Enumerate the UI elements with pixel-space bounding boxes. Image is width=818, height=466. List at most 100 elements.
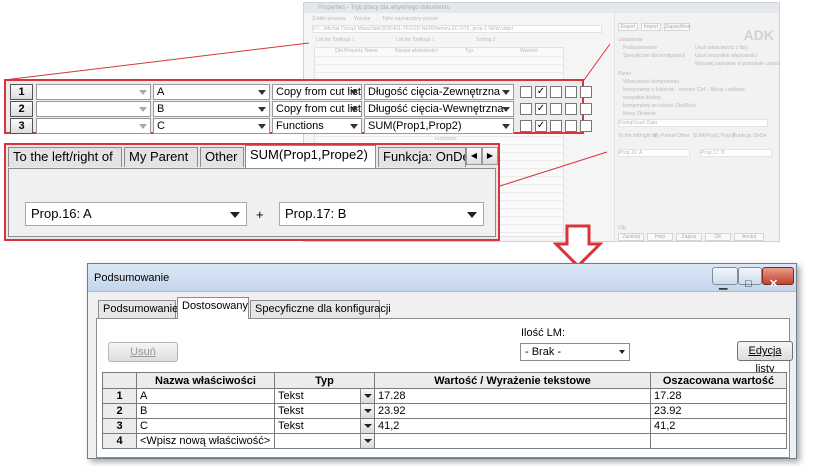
old-property-combo[interactable] — [36, 84, 151, 100]
chevron-down-icon[interactable] — [360, 434, 374, 448]
row-checkbox-1[interactable] — [520, 86, 532, 98]
tab-scroll-left-button[interactable]: ◀ — [466, 147, 482, 165]
row-checkbox-5[interactable] — [580, 120, 592, 132]
chevron-down-icon — [502, 107, 510, 112]
zoom-row-2: 2 B Copy from cut lists Długość cięcia-W… — [10, 101, 592, 117]
dialog-title: Podsumowanie — [94, 272, 170, 284]
old-property-combo[interactable] — [36, 101, 151, 117]
zoom-row-1: 1 A Copy from cut lists Długość cięcia-Z… — [10, 84, 592, 100]
row-checkbox-4[interactable] — [565, 86, 577, 98]
table-header-row: Nazwa właściwości Typ Wartość / Wyrażeni… — [102, 372, 787, 389]
left-operand-text: Prop.16: A — [31, 206, 92, 221]
property-value-cell[interactable]: 41,2 — [374, 418, 651, 434]
zoom-function-panel: To the left/right of My Parent Other SUM… — [4, 143, 500, 241]
value-combo[interactable]: Długość cięcia-Zewnętrzna — [364, 84, 514, 100]
chevron-down-icon — [467, 212, 477, 218]
property-value-cell[interactable]: 17.28 — [374, 388, 651, 404]
row-checkbox-1[interactable] — [520, 120, 532, 132]
tab-sum-function[interactable]: SUM(Prop1,Prope2) — [245, 145, 376, 168]
value-combo[interactable]: Długość cięcia-Wewnętrzna — [364, 101, 514, 117]
property-type-cell[interactable] — [274, 433, 375, 449]
value-text: Długość cięcia-Zewnętrzna — [368, 86, 501, 98]
property-type-cell[interactable]: Tekst — [274, 388, 375, 404]
formula-right-operand-select[interactable]: Prop.17: B — [279, 202, 484, 226]
column-header-type[interactable]: Typ — [274, 372, 375, 389]
property-type-cell[interactable]: Tekst — [274, 418, 375, 434]
chevron-down-icon — [139, 107, 147, 112]
delete-button[interactable]: Usuń — [108, 342, 178, 362]
property-name-combo[interactable]: A — [153, 84, 270, 100]
tab-my-parent[interactable]: My Parent — [124, 147, 198, 167]
chevron-down-icon — [258, 107, 266, 112]
row-number-header — [102, 372, 137, 389]
tab-other[interactable]: Other — [200, 147, 244, 167]
close-button[interactable]: ✕ — [762, 267, 794, 290]
property-name-combo[interactable]: B — [153, 101, 270, 117]
edit-list-button-label: Edycja listy — [748, 345, 782, 375]
down-arrow-icon — [553, 224, 603, 268]
property-name-cell[interactable]: B — [136, 403, 275, 419]
property-type-cell[interactable]: Tekst — [274, 403, 375, 419]
chevron-down-icon — [139, 90, 147, 95]
row-number[interactable]: 3 — [102, 418, 137, 434]
tab-summary[interactable]: Podsumowanie — [98, 300, 178, 318]
row-number[interactable]: 1 — [102, 388, 137, 404]
property-name-cell[interactable]: A — [136, 388, 275, 404]
tab-left-right[interactable]: To the left/right of — [8, 147, 122, 167]
old-property-combo[interactable] — [36, 118, 151, 134]
chevron-down-icon — [502, 124, 510, 129]
chevron-down-icon — [502, 90, 510, 95]
tab-ondemand-function[interactable]: Funkcja: OnDe — [378, 147, 466, 167]
property-name-cell[interactable]: C — [136, 418, 275, 434]
row-checkbox-1[interactable] — [520, 103, 532, 115]
chevron-down-icon — [258, 90, 266, 95]
row-checkbox-3[interactable] — [550, 120, 562, 132]
column-header-name[interactable]: Nazwa właściwości — [136, 372, 275, 389]
property-name-text: C — [157, 120, 165, 132]
row-number[interactable]: 4 — [102, 433, 137, 449]
source-type-text: Functions — [276, 120, 324, 132]
table-row: 4 <Wpisz nową właściwość> — [102, 433, 787, 449]
chevron-down-icon — [350, 124, 358, 129]
new-property-cell[interactable]: <Wpisz nową właściwość> — [136, 433, 275, 449]
close-icon: ✕ — [769, 278, 779, 290]
formula-left-operand-select[interactable]: Prop.16: A — [25, 202, 247, 226]
dialog-title-bar: Podsumowanie ▁ □ ✕ — [88, 264, 796, 292]
minimize-button[interactable]: ▁ — [712, 267, 738, 290]
chevron-down-icon[interactable] — [360, 404, 374, 418]
chevron-down-icon — [350, 107, 358, 112]
delete-button-label: Usuń — [130, 346, 156, 358]
tab-custom[interactable]: Dostosowany — [177, 297, 249, 319]
row-checkbox-5[interactable] — [580, 86, 592, 98]
tab-scroll-right-button[interactable]: ▶ — [482, 147, 498, 165]
chevron-down-icon[interactable] — [360, 389, 374, 403]
property-value-cell[interactable] — [374, 433, 651, 449]
property-type-text: Tekst — [278, 405, 304, 417]
column-header-value[interactable]: Wartość / Wyrażenie tekstowe — [374, 372, 651, 389]
tab-configuration-specific[interactable]: Specyficzne dla konfiguracji — [250, 300, 391, 318]
source-type-combo[interactable]: Copy from cut lists — [272, 101, 362, 117]
chevron-left-icon: ◀ — [470, 151, 478, 160]
property-value-cell[interactable]: 23.92 — [374, 403, 651, 419]
row-checkbox-5[interactable] — [580, 103, 592, 115]
row-checkbox-2[interactable]: ✓ — [535, 103, 547, 115]
row-checkbox-4[interactable] — [565, 120, 577, 132]
source-type-combo[interactable]: Copy from cut lists — [272, 84, 362, 100]
row-checkbox-2[interactable]: ✓ — [535, 120, 547, 132]
row-checkbox-3[interactable] — [550, 86, 562, 98]
chevron-down-icon[interactable] — [360, 419, 374, 433]
chevron-down-icon — [230, 212, 240, 218]
row-checkbox-3[interactable] — [550, 103, 562, 115]
column-header-evaluated[interactable]: Oszacowana wartość — [650, 372, 787, 389]
source-type-combo[interactable]: Functions — [272, 118, 362, 134]
property-name-combo[interactable]: C — [153, 118, 270, 134]
row-number[interactable]: 2 — [102, 403, 137, 419]
maximize-button[interactable]: □ — [738, 267, 762, 290]
edit-list-button[interactable]: Edycja listy — [737, 341, 793, 375]
chevron-down-icon — [258, 124, 266, 129]
value-text: Długość cięcia-Wewnętrzna — [368, 103, 504, 115]
value-combo[interactable]: SUM(Prop1,Prop2) — [364, 118, 514, 134]
lm-quantity-select[interactable]: - Brak - — [520, 343, 630, 361]
row-checkbox-2[interactable]: ✓ — [535, 86, 547, 98]
row-checkbox-4[interactable] — [565, 103, 577, 115]
